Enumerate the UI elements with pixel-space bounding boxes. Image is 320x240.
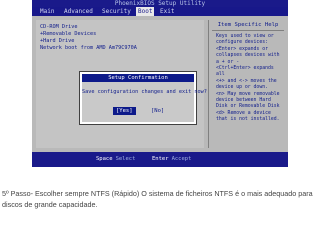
bios-main-area: CD-ROM Drive +Removable Devices +Hard Dr…	[32, 16, 288, 152]
bios-status-bar: Space Select Enter Accept	[32, 152, 288, 167]
status-enter-hint: Enter Accept	[152, 156, 191, 163]
menu-exit[interactable]: Exit	[158, 7, 176, 16]
boot-item-removable[interactable]: +Removable Devices	[40, 31, 96, 38]
dialog-message: Save configuration changes and exit now?	[82, 89, 207, 95]
select-label: Select	[115, 156, 136, 162]
status-space-hint: Space Select	[96, 156, 135, 163]
menu-boot[interactable]: Boot	[136, 7, 155, 16]
accept-label: Accept	[171, 156, 192, 162]
no-button[interactable]: [No]	[148, 107, 167, 115]
bios-screen: PhoenixBIOS Setup Utility Main Advanced …	[32, 0, 288, 167]
boot-item-network[interactable]: Network boot from AMD Am79C970A	[40, 45, 137, 52]
menu-security[interactable]: Security	[100, 7, 133, 16]
caption-text: 5º Passo- Escolher sempre NTFS (Rápido) …	[2, 189, 313, 209]
bios-title: PhoenixBIOS Setup Utility	[32, 0, 288, 7]
setup-confirmation-dialog: Setup Confirmation Save configuration ch…	[80, 72, 207, 124]
boot-item-cdrom[interactable]: CD-ROM Drive	[40, 24, 77, 31]
menu-advanced[interactable]: Advanced	[62, 7, 95, 16]
yes-button[interactable]: [Yes]	[113, 107, 136, 115]
dialog-title: Setup Confirmation	[82, 74, 194, 82]
bios-menu-bar: Main Advanced Security Boot Exit	[32, 7, 288, 16]
enter-key-label: Enter	[152, 156, 169, 162]
help-title: Item Specific Help	[212, 20, 284, 31]
space-key-label: Space	[96, 156, 113, 162]
help-line: that is not installed.	[216, 117, 280, 123]
panel-divider	[208, 20, 209, 148]
boot-item-hard-drive[interactable]: +Hard Drive	[40, 38, 74, 45]
menu-main[interactable]: Main	[38, 7, 56, 16]
